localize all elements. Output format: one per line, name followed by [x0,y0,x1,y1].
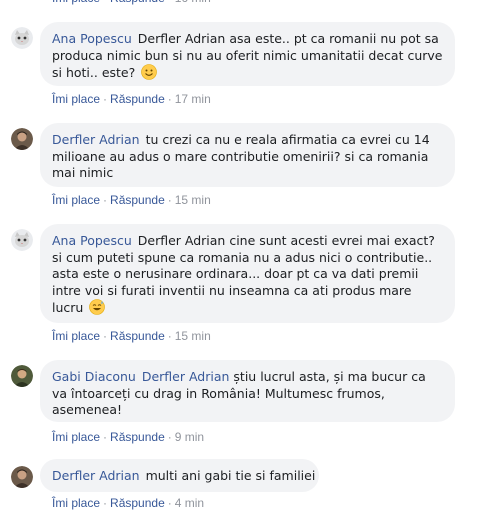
comment-mention[interactable]: Derfler Adrian [142,369,230,384]
comment-time: 15 min [174,193,211,207]
avatar-cat[interactable] [11,27,33,49]
smiling-face-emoji-icon [141,64,158,80]
grinning-sweat-face-emoji-icon [89,299,106,315]
reply-link[interactable]: Răspunde [110,0,165,5]
comment-author[interactable]: Ana Popescu [52,233,132,248]
avatar-derfler[interactable] [11,128,33,150]
comment-author[interactable]: Ana Popescu [52,31,132,46]
reply-link[interactable]: Răspunde [110,329,165,343]
comment-text: multi ani gabi tie si familiei [145,468,316,483]
comment-bubble: Gabi Diaconu Derfler Adrian știu lucrul … [40,360,455,422]
reply-link[interactable]: Răspunde [110,193,165,207]
avatar-gabi[interactable] [11,365,33,387]
avatar-cat[interactable] [11,229,33,251]
comment-time: 9 min [174,430,205,444]
reply-link[interactable]: Răspunde [110,496,165,510]
comment-actions: Îmi place · Răspunde · 15 min [52,329,211,343]
comment-time: 17 min [174,92,211,106]
like-link[interactable]: Îmi place [52,496,100,510]
comment-actions: Îmi place · Răspunde · 4 min [52,496,205,510]
like-link[interactable]: Îmi place [52,0,100,5]
comment-author[interactable]: Derfler Adrian [52,468,140,483]
comment-time: 15 min [174,329,211,343]
comment-actions: Îmi place · Răspunde · 17 min [52,92,211,106]
comment-time: 4 min [174,496,205,510]
comment-bubble: Derfler Adrian multi ani gabi tie si fam… [40,459,319,492]
comment-bubble: Derfler Adrian tu crezi ca nu e reala af… [40,123,455,187]
comment-time: 16 min [175,0,211,5]
reply-link[interactable]: Răspunde [110,430,165,444]
like-link[interactable]: Îmi place [52,430,100,444]
like-link[interactable]: Îmi place [52,329,100,343]
comment-actions: Îmi place · Răspunde · 15 min [52,193,211,207]
comment-actions-previous: Îmi place·Răspunde·16 min [52,0,211,5]
comment-bubble: Ana Popescu Derfler Adrian asa este.. pt… [40,22,455,86]
reply-link[interactable]: Răspunde [110,92,165,106]
avatar-derfler[interactable] [11,466,33,488]
comment-bubble: Ana Popescu Derfler Adrian cine sunt ace… [40,224,455,323]
comment-author[interactable]: Derfler Adrian [52,132,140,147]
comment-author[interactable]: Gabi Diaconu [52,369,136,384]
like-link[interactable]: Îmi place [52,193,100,207]
like-link[interactable]: Îmi place [52,92,100,106]
comment-actions: Îmi place · Răspunde · 9 min [52,430,205,444]
